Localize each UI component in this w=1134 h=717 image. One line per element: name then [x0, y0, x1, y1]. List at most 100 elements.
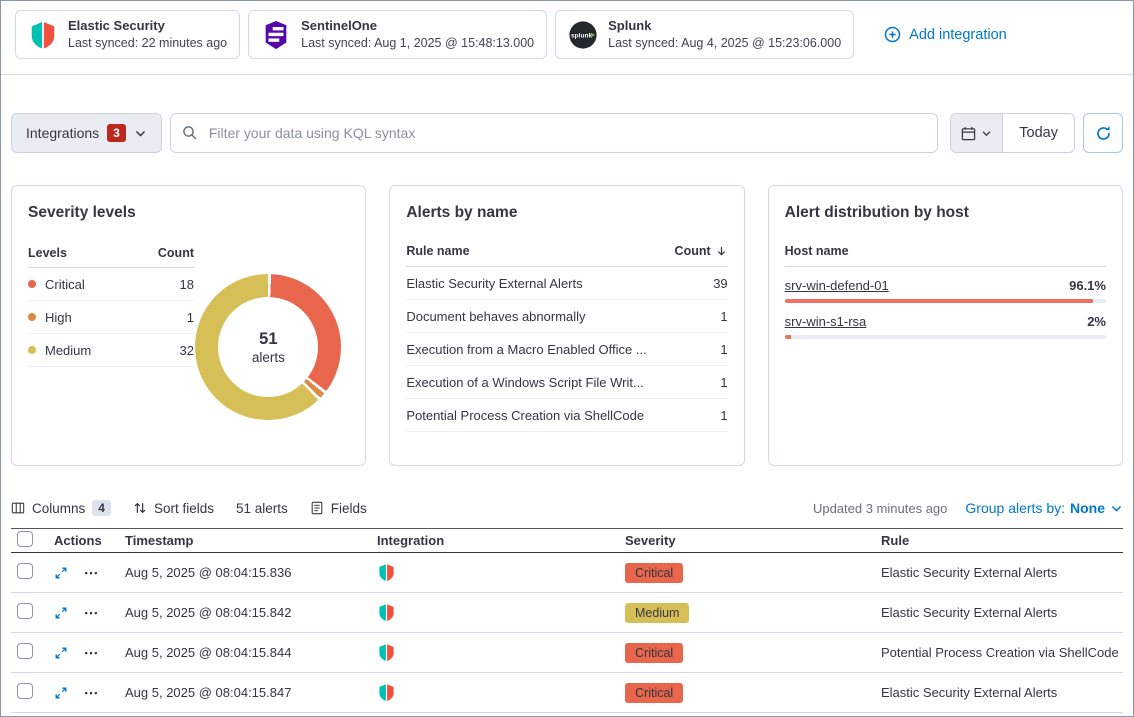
sort-fields-button[interactable]: Sort fields: [133, 501, 214, 516]
severity-donut[interactable]: 51 alerts: [195, 274, 341, 420]
severity-row-medium: Medium 32: [28, 334, 194, 367]
expand-icon: [54, 646, 68, 660]
kql-search-input[interactable]: [170, 113, 938, 153]
expand-alert-button[interactable]: [54, 566, 68, 580]
rule-count: 1: [720, 408, 727, 423]
donut-center: 51 alerts: [218, 297, 318, 397]
severity-count: 1: [187, 310, 194, 325]
refresh-icon: [1095, 125, 1112, 142]
severity-badge: Critical: [625, 683, 683, 703]
alerts-table: Actions Timestamp Integration Severity R…: [11, 528, 1123, 713]
integration-card-sentinelone[interactable]: SentinelOne Last synced: Aug 1, 2025 @ 1…: [248, 10, 547, 59]
row-checkbox[interactable]: [17, 563, 33, 579]
date-range-today-button[interactable]: Today: [1003, 114, 1074, 152]
actions-cell: [51, 606, 125, 620]
levels-column-header: Levels: [28, 246, 67, 260]
severity-count: 18: [180, 277, 194, 292]
rule-count: 1: [720, 375, 727, 390]
refresh-button[interactable]: [1083, 113, 1123, 153]
host-line: srv-win-defend-01 96.1%: [785, 278, 1106, 293]
more-actions-button[interactable]: [84, 606, 98, 620]
elastic-security-logo-icon: [377, 643, 396, 662]
expand-alert-button[interactable]: [54, 646, 68, 660]
chevron-down-icon: [134, 127, 147, 140]
donut-total-label: alerts: [252, 350, 285, 365]
severity-table-header: Levels Count: [28, 246, 194, 268]
column-header-timestamp[interactable]: Timestamp: [125, 533, 377, 548]
elastic-security-logo-icon: [28, 20, 58, 50]
ellipsis-icon: [84, 606, 98, 620]
integrations-filter-button[interactable]: Integrations 3: [11, 113, 162, 153]
alert-rule: Elastic Security External Alerts: [881, 605, 1123, 620]
integration-card-text: SentinelOne Last synced: Aug 1, 2025 @ 1…: [301, 18, 534, 51]
select-all-checkbox[interactable]: [17, 531, 33, 547]
actions-cell: [51, 686, 125, 700]
elastic-security-logo-icon: [377, 563, 396, 582]
column-header-rule[interactable]: Rule: [881, 533, 1123, 548]
integration-card-elastic-security[interactable]: Elastic Security Last synced: 22 minutes…: [15, 10, 240, 59]
sort-fields-label: Sort fields: [154, 501, 214, 516]
add-integration-button[interactable]: Add integration: [884, 26, 1007, 43]
date-quick-select-button[interactable]: [951, 114, 1003, 152]
alert-row: Aug 5, 2025 @ 08:04:15.836 Critical Elas…: [11, 553, 1123, 593]
host-name-link[interactable]: srv-win-s1-rsa: [785, 314, 867, 329]
severity-badge: Critical: [625, 643, 683, 663]
integrations-count-badge: 3: [107, 124, 126, 142]
integration-card-last-synced: Last synced: 22 minutes ago: [68, 35, 227, 51]
ellipsis-icon: [84, 686, 98, 700]
columns-label: Columns: [32, 501, 85, 516]
expand-alert-button[interactable]: [54, 686, 68, 700]
integration-card-text: Elastic Security Last synced: 22 minutes…: [68, 18, 227, 51]
chevron-down-icon: [981, 128, 992, 139]
alert-row: Aug 5, 2025 @ 08:04:15.842 Medium Elasti…: [11, 593, 1123, 633]
column-header-severity[interactable]: Severity: [625, 533, 881, 548]
columns-button[interactable]: Columns 4: [11, 500, 111, 516]
integration-card-splunk[interactable]: Splunk Last synced: Aug 4, 2025 @ 15:23:…: [555, 10, 854, 59]
row-checkbox[interactable]: [17, 683, 33, 699]
alert-rule: Elastic Security External Alerts: [881, 565, 1123, 580]
panel-title: Alerts by name: [406, 204, 727, 222]
sort-fields-icon: [133, 501, 147, 515]
severity-table: Levels Count Critical 18 High 1: [28, 246, 194, 367]
integration-card-text: Splunk Last synced: Aug 4, 2025 @ 15:23:…: [608, 18, 841, 51]
severity-badge: Medium: [625, 603, 689, 623]
severity-level-label: Critical: [45, 277, 85, 292]
integration-card-last-synced: Last synced: Aug 4, 2025 @ 15:23:06.000: [608, 35, 841, 51]
severity-level-label: Medium: [45, 343, 91, 358]
host-bar-fill: [785, 299, 1094, 303]
row-checkbox[interactable]: [17, 603, 33, 619]
rule-count: 39: [713, 276, 727, 291]
expand-alert-button[interactable]: [54, 606, 68, 620]
group-alerts-by-button[interactable]: Group alerts by: None: [965, 500, 1123, 516]
host-bar-fill: [785, 335, 791, 339]
severity-levels-panel: Severity levels Levels Count Critical 18…: [11, 185, 366, 466]
plus-circle-icon: [884, 26, 901, 43]
fields-icon: [310, 501, 324, 515]
filter-bar: Integrations 3 Today: [1, 113, 1133, 153]
severity-donut-wrap: 51 alerts: [195, 274, 341, 420]
row-checkbox[interactable]: [17, 643, 33, 659]
alerts-dashboard: Elastic Security Last synced: 22 minutes…: [0, 0, 1134, 717]
rule-name: Execution of a Windows Script File Writ.…: [406, 375, 643, 390]
rule-count: 1: [720, 309, 727, 324]
panel-title: Severity levels: [28, 204, 349, 222]
group-by-label: Group alerts by:: [965, 500, 1065, 516]
severity-row-high: High 1: [28, 301, 194, 334]
severity-row-critical: Critical 18: [28, 268, 194, 301]
fields-label: Fields: [331, 501, 367, 516]
column-header-actions[interactable]: Actions: [51, 533, 125, 548]
alert-row: Aug 5, 2025 @ 08:04:15.844 Critical Pote…: [11, 633, 1123, 673]
integration-card-last-synced: Last synced: Aug 1, 2025 @ 15:48:13.000: [301, 35, 534, 51]
fields-button[interactable]: Fields: [310, 501, 367, 516]
expand-icon: [54, 566, 68, 580]
more-actions-button[interactable]: [84, 646, 98, 660]
column-header-integration[interactable]: Integration: [377, 533, 625, 548]
alert-timestamp: Aug 5, 2025 @ 08:04:15.844: [125, 645, 377, 660]
chevron-down-icon: [1110, 502, 1123, 515]
host-name-link[interactable]: srv-win-defend-01: [785, 278, 889, 293]
expand-icon: [54, 686, 68, 700]
count-sort-button[interactable]: Count: [675, 244, 728, 258]
more-actions-button[interactable]: [84, 686, 98, 700]
host-percent: 2%: [1087, 314, 1106, 329]
more-actions-button[interactable]: [84, 566, 98, 580]
